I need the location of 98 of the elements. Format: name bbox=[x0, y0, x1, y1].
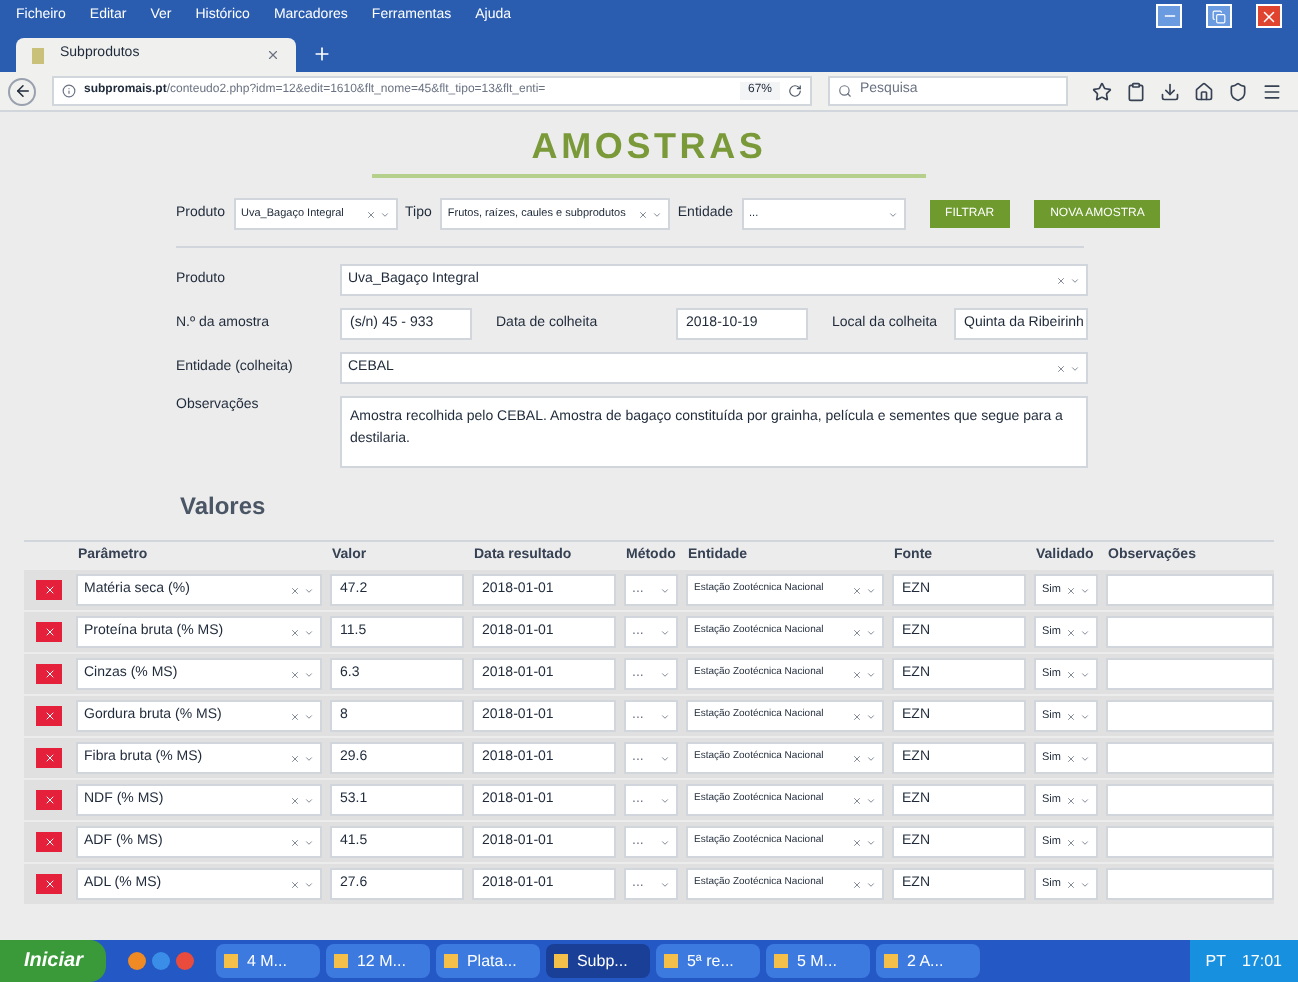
notes-field[interactable] bbox=[1106, 784, 1274, 816]
delete-icon bbox=[43, 710, 55, 722]
delete-button[interactable] bbox=[36, 664, 62, 684]
delete-button[interactable] bbox=[36, 580, 62, 600]
dropdown-caret-icon bbox=[1080, 711, 1090, 721]
dropdown-caret-icon bbox=[866, 753, 876, 763]
start-button[interactable]: Iniciar bbox=[0, 940, 107, 982]
menu-icon[interactable] bbox=[1262, 81, 1283, 101]
app-icon bbox=[664, 954, 679, 968]
dropdown-caret-icon bbox=[866, 627, 876, 637]
dropdown-caret-icon bbox=[304, 585, 314, 595]
notes-field[interactable] bbox=[1106, 868, 1274, 900]
close-icon bbox=[1260, 7, 1278, 25]
dropdown-caret-icon bbox=[866, 837, 876, 847]
dropdown-caret-icon bbox=[304, 669, 314, 679]
close-tab-icon[interactable] bbox=[266, 48, 280, 62]
app-icon bbox=[554, 954, 569, 968]
dropdown-caret-icon bbox=[1080, 669, 1090, 679]
app-icon bbox=[444, 954, 459, 968]
page-icon bbox=[32, 47, 44, 63]
info-icon bbox=[62, 84, 76, 98]
restore-icon bbox=[1212, 9, 1226, 23]
home-icon[interactable] bbox=[1194, 81, 1215, 101]
dropdown-caret-icon bbox=[304, 711, 314, 721]
dropdown-caret-icon bbox=[866, 669, 876, 679]
delete-icon bbox=[43, 668, 55, 680]
dropdown-caret-icon bbox=[304, 837, 314, 847]
dropdown-caret-icon bbox=[660, 627, 670, 637]
dropdown-caret-icon bbox=[660, 585, 670, 595]
dropdown-caret-icon bbox=[1080, 879, 1090, 889]
back-arrow-icon bbox=[13, 82, 31, 100]
new-tab-icon[interactable] bbox=[312, 44, 332, 64]
dropdown-caret-icon bbox=[660, 711, 670, 721]
dropdown-caret-icon bbox=[304, 627, 314, 637]
dropdown-caret-icon bbox=[379, 209, 390, 219]
notes-field[interactable] bbox=[1106, 826, 1274, 858]
taskbar-button[interactable]: 5ª re... bbox=[656, 944, 761, 978]
dropdown-caret-icon bbox=[651, 209, 662, 219]
taskbar-button[interactable]: 2 A... bbox=[876, 944, 981, 978]
dropdown-caret-icon bbox=[1080, 627, 1090, 637]
delete-button[interactable] bbox=[36, 874, 62, 894]
dropdown-caret-icon bbox=[1080, 837, 1090, 847]
delete-icon bbox=[43, 752, 55, 764]
notes-field[interactable] bbox=[1106, 616, 1274, 648]
close-button[interactable] bbox=[1256, 4, 1282, 28]
dropdown-caret-icon bbox=[1080, 753, 1090, 763]
taskbar-button[interactable]: 12 M... bbox=[326, 944, 431, 978]
delete-icon bbox=[43, 626, 55, 638]
delete-icon bbox=[43, 794, 55, 806]
dropdown-caret-icon bbox=[1070, 363, 1080, 373]
dropdown-caret-icon bbox=[866, 795, 876, 805]
app-icon bbox=[774, 954, 789, 968]
dropdown-caret-icon bbox=[866, 879, 876, 889]
section-heading: Valores bbox=[180, 490, 268, 524]
dropdown-caret-icon bbox=[660, 669, 670, 679]
dropdown-caret-icon bbox=[660, 795, 670, 805]
delete-icon bbox=[43, 584, 55, 596]
dropdown-caret-icon bbox=[304, 879, 314, 889]
delete-button[interactable] bbox=[36, 622, 62, 642]
notes-field[interactable] bbox=[1106, 574, 1274, 606]
delete-button[interactable] bbox=[36, 748, 62, 768]
bookmark-star-icon[interactable] bbox=[1091, 81, 1112, 101]
dropdown-caret-icon bbox=[887, 209, 898, 219]
delete-button[interactable] bbox=[36, 832, 62, 852]
app-icon bbox=[334, 954, 349, 968]
app-icon bbox=[224, 954, 239, 968]
reload-icon[interactable] bbox=[788, 84, 802, 98]
taskbar-button[interactable]: 4 M... bbox=[216, 944, 321, 978]
shield-icon[interactable] bbox=[1228, 81, 1249, 101]
dropdown-caret-icon bbox=[660, 753, 670, 763]
notes-field[interactable] bbox=[1106, 700, 1274, 732]
minimize-button[interactable] bbox=[1156, 4, 1182, 28]
back-button[interactable] bbox=[8, 77, 36, 105]
notes-field[interactable] bbox=[1106, 742, 1274, 774]
dropdown-caret-icon bbox=[866, 711, 876, 721]
dropdown-caret-icon bbox=[660, 879, 670, 889]
delete-button[interactable] bbox=[36, 790, 62, 810]
dropdown-caret-icon bbox=[1080, 795, 1090, 805]
taskbar-button[interactable]: Subp... bbox=[546, 944, 651, 978]
clipboard-icon[interactable] bbox=[1125, 81, 1146, 101]
dropdown-caret-icon bbox=[1080, 585, 1090, 595]
delete-icon bbox=[43, 878, 55, 890]
search-icon bbox=[838, 84, 852, 98]
delete-icon bbox=[43, 836, 55, 848]
dropdown-caret-icon bbox=[304, 753, 314, 763]
app-icon bbox=[884, 954, 899, 968]
dropdown-caret-icon bbox=[660, 837, 670, 847]
dropdown-caret-icon bbox=[866, 585, 876, 595]
dropdown-caret-icon bbox=[304, 795, 314, 805]
notes-field[interactable] bbox=[1106, 658, 1274, 690]
dropdown-caret-icon bbox=[1070, 275, 1080, 285]
restore-button[interactable] bbox=[1206, 4, 1232, 28]
delete-button[interactable] bbox=[36, 706, 62, 726]
taskbar-button[interactable]: 5 M... bbox=[766, 944, 871, 978]
page-title: AMOSTRAS bbox=[371, 120, 927, 178]
clock: 17:01 bbox=[1241, 949, 1282, 973]
download-icon[interactable] bbox=[1159, 81, 1180, 101]
taskbar-button[interactable]: Plata... bbox=[436, 944, 541, 978]
